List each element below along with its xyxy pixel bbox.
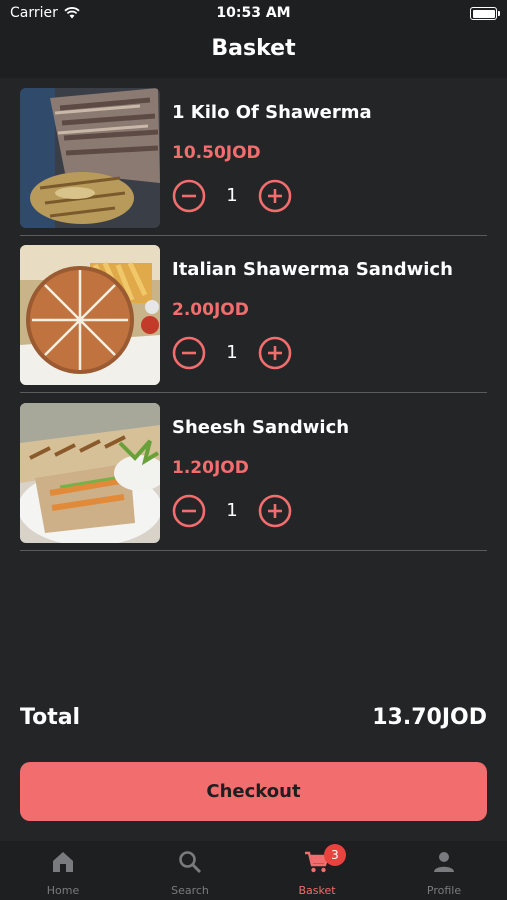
basket-item: Italian Shawerma Sandwich 2.00JOD 1	[20, 245, 487, 393]
tab-basket[interactable]: 3 Basket	[254, 841, 380, 900]
item-price: 1.20JOD	[172, 458, 249, 478]
item-image	[20, 88, 160, 228]
status-bar: Carrier 10:53 AM	[0, 0, 507, 28]
tab-home[interactable]: Home	[0, 841, 126, 900]
quantity-value: 1	[226, 342, 238, 363]
quantity-stepper: 1	[172, 179, 294, 213]
increase-quantity-button[interactable]	[258, 179, 292, 213]
item-price: 10.50JOD	[172, 143, 261, 163]
person-icon	[434, 852, 454, 872]
checkout-button[interactable]: Checkout	[20, 762, 487, 821]
decrease-quantity-button[interactable]	[172, 494, 206, 528]
decrease-quantity-button[interactable]	[172, 336, 206, 370]
tab-label: Profile	[426, 884, 462, 897]
tab-search[interactable]: Search	[127, 841, 253, 900]
item-name: 1 Kilo Of Shawerma	[172, 102, 372, 123]
increase-quantity-button[interactable]	[258, 494, 292, 528]
tab-label: Search	[171, 884, 209, 897]
item-price: 2.00JOD	[172, 300, 249, 320]
item-name: Sheesh Sandwich	[172, 417, 350, 438]
tab-label: Basket	[298, 884, 336, 897]
quantity-stepper: 1	[172, 494, 294, 528]
quantity-stepper: 1	[172, 336, 294, 370]
increase-quantity-button[interactable]	[258, 336, 292, 370]
quantity-value: 1	[226, 185, 238, 206]
battery-icon	[470, 7, 500, 20]
item-name: Italian Shawerma Sandwich	[172, 259, 453, 280]
total-value: 13.70JOD	[372, 705, 487, 730]
basket-item: 1 Kilo Of Shawerma 10.50JOD 1	[20, 88, 487, 236]
item-image	[20, 403, 160, 543]
page-title: Basket	[211, 36, 296, 61]
clock: 10:53 AM	[216, 5, 291, 21]
decrease-quantity-button[interactable]	[172, 179, 206, 213]
home-icon	[53, 852, 73, 872]
tab-profile[interactable]: Profile	[381, 841, 507, 900]
cart-count-badge: 3	[324, 844, 346, 866]
total-label: Total	[20, 705, 81, 730]
basket-item: Sheesh Sandwich 1.20JOD 1	[20, 403, 487, 551]
tab-bar: Home Search 3 Basket Profile	[0, 841, 507, 900]
item-image	[20, 245, 160, 385]
search-icon	[179, 851, 202, 874]
tab-label: Home	[46, 884, 80, 897]
quantity-value: 1	[226, 500, 238, 521]
